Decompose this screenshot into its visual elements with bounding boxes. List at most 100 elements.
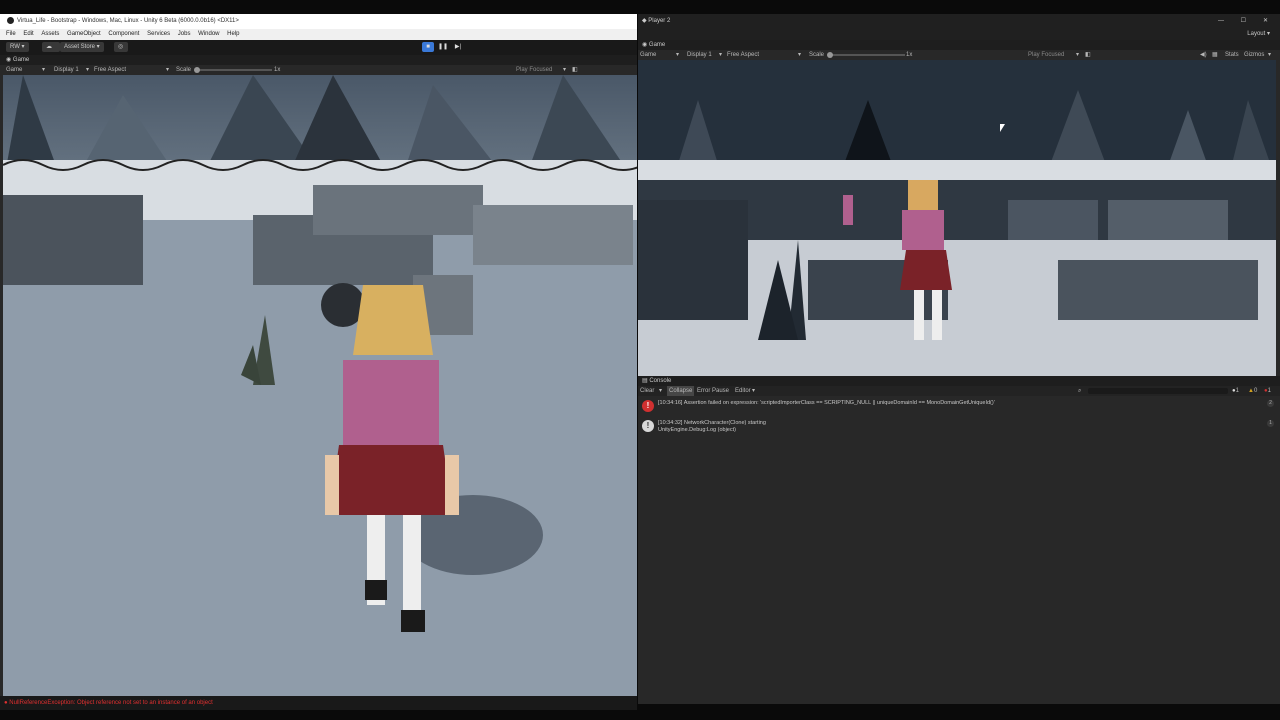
- cloud-icon[interactable]: ☁: [42, 42, 60, 52]
- scale-value: 1x: [274, 67, 281, 73]
- log-detail: UnityEngine.Debug:Log (object): [658, 427, 736, 433]
- chevron-down-icon: ▾: [86, 67, 90, 73]
- editor-dropdown[interactable]: Editor: [735, 386, 751, 396]
- log-entry-info[interactable]: ! [10:34:32] NetworkCharacter(Clone) sta…: [638, 418, 1280, 436]
- player2-tab-game[interactable]: Game: [649, 42, 665, 48]
- error-icon: ●: [4, 700, 8, 706]
- console-toolbar: Clear ▾ Collapse Error Pause Editor ▾ ⌕ …: [638, 386, 1280, 396]
- collapse-toggle[interactable]: Collapse: [667, 386, 695, 396]
- error-count[interactable]: ●1: [1264, 386, 1271, 396]
- scale-value: 1x: [906, 52, 913, 58]
- info-count-value: 1: [1235, 388, 1239, 394]
- chevron-down-icon: ▾: [1076, 52, 1080, 58]
- audio-icon[interactable]: ◀): [1200, 50, 1207, 60]
- game-view-controls: Game ▾ Display 1 ▾ Free Aspect ▾ Scale 1…: [0, 65, 637, 75]
- search-input[interactable]: [1088, 388, 1228, 394]
- layout-label: Layout: [1247, 31, 1266, 37]
- chevron-down-icon: ▾: [563, 67, 567, 73]
- log-count: 1: [1267, 420, 1274, 427]
- game-viewport-player2[interactable]: [638, 60, 1276, 376]
- chevron-down-icon: ▾: [676, 52, 680, 58]
- menu-services[interactable]: Services: [147, 31, 170, 37]
- account-label: RW: [10, 44, 20, 50]
- menu-edit[interactable]: Edit: [23, 31, 33, 37]
- game-tab-row: ◉ Game: [0, 55, 637, 65]
- clear-button[interactable]: Clear: [640, 386, 654, 396]
- game-tab-icon: ◉: [642, 42, 648, 48]
- log-message: [10:34:16] Assertion failed on expressio…: [658, 400, 995, 406]
- player2-window: ◆ Player 2 — ☐ ✕ Layout ▾ ◉ Game Game ▾ …: [638, 14, 1280, 704]
- menu-jobs[interactable]: Jobs: [178, 31, 191, 37]
- unity-logo-icon: [7, 16, 14, 24]
- info-count[interactable]: ●1: [1232, 386, 1239, 396]
- aspect-dropdown[interactable]: Free Aspect: [94, 65, 126, 75]
- play-focused-dropdown[interactable]: Play Focused: [516, 65, 552, 75]
- scale-slider-handle[interactable]: [194, 67, 200, 73]
- close-icon[interactable]: ✕: [1263, 14, 1268, 29]
- error-icon: !: [642, 400, 654, 412]
- player2-title: Player 2: [648, 18, 671, 24]
- error-count-value: 1: [1267, 388, 1271, 394]
- mute-icon[interactable]: ◧: [572, 65, 578, 75]
- step-button[interactable]: ▶|: [452, 42, 464, 52]
- pause-button[interactable]: ❚❚: [437, 42, 449, 52]
- tab-game[interactable]: Game: [13, 57, 29, 63]
- info-icon: !: [642, 420, 654, 432]
- aspect-dropdown[interactable]: Free Aspect: [727, 50, 759, 60]
- scale-label: Scale: [176, 67, 192, 73]
- chevron-down-icon: ▾: [659, 388, 663, 394]
- display-dropdown[interactable]: Display 1: [687, 50, 712, 60]
- status-message: NullReferenceException: Object reference…: [9, 700, 213, 706]
- asset-store-label: Asset Store: [64, 44, 96, 50]
- log-count: 2: [1267, 400, 1274, 407]
- gizmos-button[interactable]: Gizmos: [1244, 50, 1264, 60]
- asset-store-button[interactable]: Asset Store ▾: [60, 42, 104, 52]
- display-dropdown[interactable]: Display 1: [54, 65, 79, 75]
- warning-count[interactable]: ▲0: [1248, 386, 1257, 396]
- game-tab-icon: ◉: [6, 57, 12, 63]
- scale-slider[interactable]: [196, 69, 272, 71]
- main-toolbar: RW ▾ ☁ Asset Store ▾ ◎ ■ ❚❚ ▶|: [0, 40, 637, 55]
- console-tab-row: ▤ Console: [638, 376, 1280, 386]
- play-button[interactable]: ■: [422, 42, 434, 52]
- game-dropdown[interactable]: Game: [6, 65, 22, 75]
- chevron-down-icon: ▾: [166, 67, 170, 73]
- menu-help[interactable]: Help: [227, 31, 239, 37]
- title-bar: Virtua_Life - Bootstrap - Windows, Mac, …: [0, 14, 637, 29]
- menu-gameobject[interactable]: GameObject: [67, 31, 101, 37]
- scale-slider-handle[interactable]: [827, 52, 833, 58]
- scale-slider[interactable]: [829, 54, 905, 56]
- chevron-down-icon: ▾: [1268, 52, 1272, 58]
- search-icon[interactable]: ⌕: [1078, 386, 1081, 396]
- console-panel: ▤ Console Clear ▾ Collapse Error Pause E…: [638, 376, 1280, 704]
- menu-bar: File Edit Assets GameObject Component Se…: [0, 29, 637, 40]
- scene-render-player1: [3, 75, 637, 696]
- unity-logo-icon: ◆: [642, 18, 647, 24]
- warning-count-value: 0: [1253, 388, 1258, 394]
- game-dropdown[interactable]: Game: [640, 50, 656, 60]
- menu-window[interactable]: Window: [198, 31, 219, 37]
- mouse-cursor-icon: [1000, 124, 1005, 132]
- chevron-down-icon: ▾: [798, 52, 802, 58]
- layout-dropdown[interactable]: Layout ▾: [1247, 29, 1270, 40]
- stats-button[interactable]: Stats: [1225, 50, 1239, 60]
- menu-file[interactable]: File: [6, 31, 16, 37]
- log-entry-error[interactable]: ! [10:34:16] Assertion failed on express…: [638, 398, 1280, 416]
- menu-assets[interactable]: Assets: [41, 31, 59, 37]
- mute-icon[interactable]: ◧: [1085, 50, 1091, 60]
- tab-console[interactable]: Console: [649, 378, 671, 384]
- error-pause-toggle[interactable]: Error Pause: [697, 386, 729, 396]
- grid-icon[interactable]: ▦: [1212, 50, 1218, 60]
- collab-icon[interactable]: ◎: [114, 42, 128, 52]
- window-title: Virtua_Life - Bootstrap - Windows, Mac, …: [17, 18, 239, 24]
- minimize-icon[interactable]: —: [1218, 14, 1224, 29]
- play-focused-dropdown[interactable]: Play Focused: [1028, 50, 1064, 60]
- game-viewport-player1[interactable]: [3, 75, 637, 696]
- player2-title-bar: ◆ Player 2 — ☐ ✕: [638, 14, 1280, 29]
- maximize-icon[interactable]: ☐: [1241, 14, 1246, 29]
- status-bar[interactable]: ● NullReferenceException: Object referen…: [0, 696, 637, 710]
- chevron-down-icon: ▾: [752, 388, 756, 394]
- account-button[interactable]: RW ▾: [6, 42, 29, 52]
- menu-component[interactable]: Component: [108, 31, 139, 37]
- player2-view-controls: Game ▾ Display 1 ▾ Free Aspect ▾ Scale 1…: [638, 50, 1280, 60]
